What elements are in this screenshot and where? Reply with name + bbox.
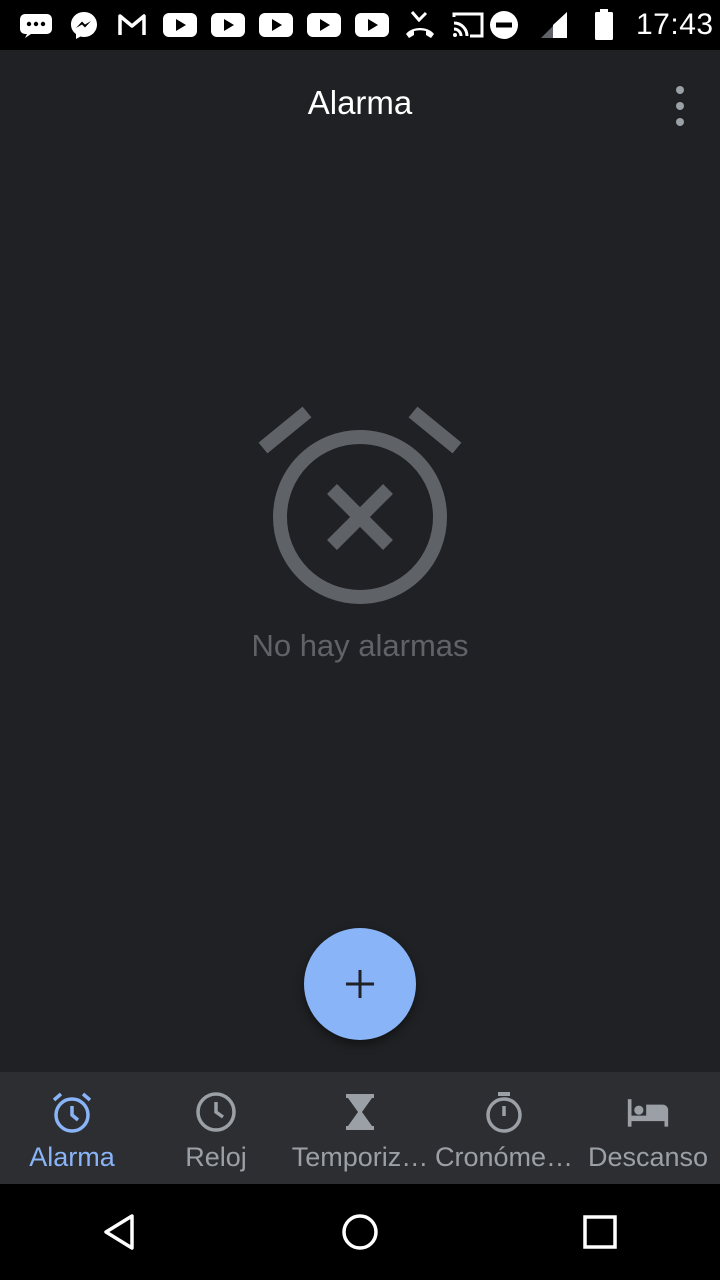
do-not-disturb-icon (486, 7, 522, 43)
youtube-icon (210, 7, 246, 43)
add-alarm-button[interactable] (304, 928, 416, 1040)
tab-temporizador[interactable]: Temporiz… (288, 1072, 432, 1184)
back-icon (104, 1214, 134, 1250)
empty-state-message: No hay alarmas (251, 628, 469, 663)
gmail-icon (114, 7, 150, 43)
recents-button[interactable] (560, 1192, 640, 1272)
messenger-icon (66, 7, 102, 43)
status-bar: 17:43 (0, 0, 720, 50)
tab-descanso[interactable]: Descanso (576, 1072, 720, 1184)
youtube-icon (354, 7, 390, 43)
tab-alarma[interactable]: Alarma (0, 1072, 144, 1184)
tab-reloj[interactable]: Reloj (144, 1072, 288, 1184)
recents-icon (583, 1215, 617, 1249)
page-title: Alarma (307, 84, 413, 121)
more-options-button[interactable] (664, 86, 696, 126)
alarm-icon (50, 1090, 94, 1134)
clock-icon (194, 1090, 238, 1134)
tab-label: Alarma (29, 1142, 115, 1172)
home-button[interactable] (320, 1192, 400, 1272)
tab-label: Descanso (587, 1142, 709, 1172)
status-time: 17:43 (636, 8, 714, 41)
hourglass-icon (338, 1090, 382, 1134)
tab-label: Reloj (185, 1142, 247, 1172)
empty-state: No hay alarmas (0, 400, 720, 664)
youtube-icon (306, 7, 342, 43)
system-navigation-bar (0, 1184, 720, 1280)
add-icon (346, 970, 374, 998)
more-vert-icon (676, 86, 684, 94)
battery-icon (586, 7, 622, 43)
signal-icon (536, 7, 572, 43)
youtube-icon (258, 7, 294, 43)
stopwatch-icon (482, 1090, 526, 1134)
youtube-icon (162, 7, 198, 43)
bottom-navigation: Alarma Reloj Temporiz… Cronóme… Descanso (0, 1072, 720, 1184)
system-status-icons: 17:43 (486, 7, 714, 43)
home-icon (342, 1214, 378, 1250)
bed-icon (626, 1090, 670, 1134)
tab-label: Temporiz… (291, 1142, 429, 1172)
missed-call-icon (402, 7, 438, 43)
back-button[interactable] (80, 1192, 160, 1272)
cast-icon (450, 7, 486, 43)
more-notifications-icon (18, 7, 54, 43)
tab-cronometro[interactable]: Cronóme… (432, 1072, 576, 1184)
tab-label: Cronóme… (434, 1142, 574, 1172)
notification-icons (18, 7, 486, 43)
alarm-off-icon (258, 406, 462, 604)
app-bar: Alarma (0, 50, 720, 160)
